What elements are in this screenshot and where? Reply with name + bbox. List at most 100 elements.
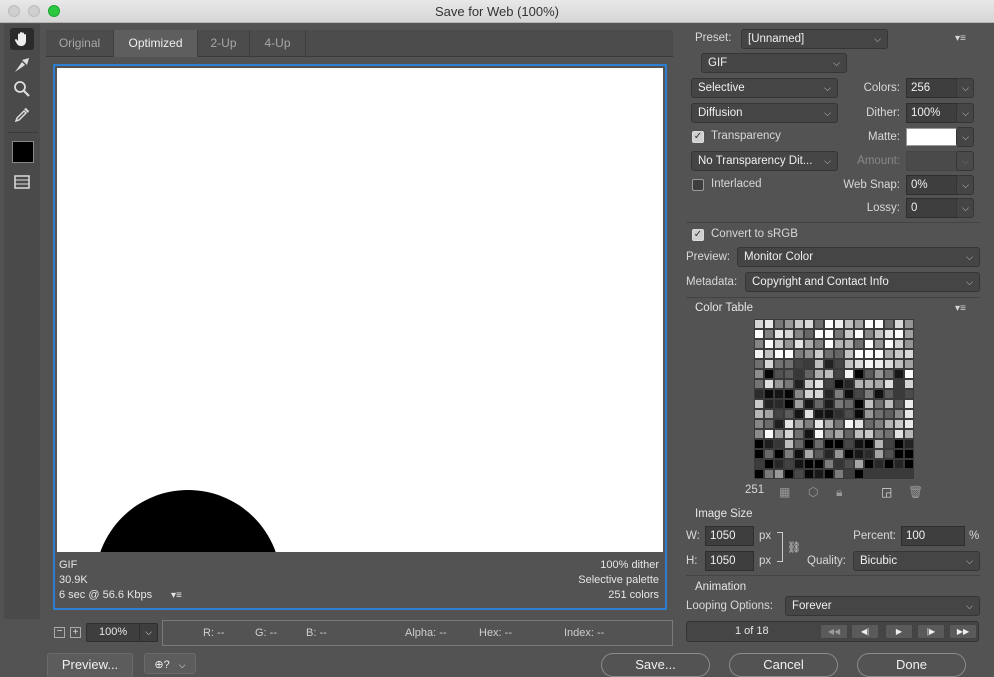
color-swatch[interactable] xyxy=(794,439,804,449)
color-swatch[interactable] xyxy=(844,439,854,449)
color-swatch[interactable] xyxy=(864,399,874,409)
color-swatch[interactable] xyxy=(894,339,904,349)
color-swatch[interactable] xyxy=(774,469,784,479)
color-swatch[interactable] xyxy=(844,469,854,479)
preview-in-browser-button[interactable]: Preview... xyxy=(47,653,133,677)
color-swatch[interactable] xyxy=(804,419,814,429)
color-swatch[interactable] xyxy=(834,379,844,389)
color-swatch[interactable] xyxy=(874,409,884,419)
color-swatch[interactable] xyxy=(784,449,794,459)
color-swatch[interactable] xyxy=(774,339,784,349)
looping-options-select[interactable]: Forever ⌵ xyxy=(785,596,980,616)
color-swatch[interactable] xyxy=(774,399,784,409)
color-swatch[interactable] xyxy=(794,399,804,409)
color-swatch[interactable] xyxy=(854,419,864,429)
color-swatch[interactable] xyxy=(854,339,864,349)
matte-color-swatch[interactable] xyxy=(906,128,958,146)
color-swatch[interactable] xyxy=(894,469,904,479)
color-swatch[interactable] xyxy=(904,359,914,369)
color-swatch[interactable] xyxy=(764,379,774,389)
color-swatch[interactable] xyxy=(864,349,874,359)
color-swatch[interactable] xyxy=(754,409,764,419)
color-swatch[interactable] xyxy=(864,379,874,389)
optimized-preview-pane[interactable]: GIF 30.9K 6 sec @ 56.6 Kbps ▾≡ 100% dith… xyxy=(53,64,667,610)
color-swatch[interactable] xyxy=(764,369,774,379)
tab-optimized[interactable]: Optimized xyxy=(114,30,198,57)
file-format-select[interactable]: GIF ⌵ xyxy=(701,53,847,73)
colors-dropdown[interactable]: ⌵ xyxy=(956,78,974,98)
color-swatch[interactable] xyxy=(834,419,844,429)
color-swatch[interactable] xyxy=(784,319,794,329)
color-swatch[interactable] xyxy=(854,319,864,329)
color-swatch[interactable] xyxy=(864,329,874,339)
color-swatch[interactable] xyxy=(884,429,894,439)
download-rate-menu-icon[interactable]: ▾≡ xyxy=(171,588,182,603)
zoom-in-button[interactable]: + xyxy=(70,627,81,638)
color-swatch[interactable] xyxy=(864,369,874,379)
optimize-menu-icon[interactable]: ▾≡ xyxy=(955,33,966,44)
color-swatch[interactable] xyxy=(874,389,884,399)
color-swatch[interactable] xyxy=(834,469,844,479)
color-swatch[interactable] xyxy=(764,449,774,459)
color-swatch[interactable] xyxy=(874,359,884,369)
color-swatch[interactable] xyxy=(754,449,764,459)
color-swatch[interactable] xyxy=(824,419,834,429)
color-swatch[interactable] xyxy=(804,319,814,329)
color-swatch[interactable] xyxy=(804,329,814,339)
color-swatch[interactable] xyxy=(774,409,784,419)
color-swatch[interactable] xyxy=(764,359,774,369)
color-swatch[interactable] xyxy=(854,429,864,439)
color-swatch[interactable] xyxy=(784,369,794,379)
percent-field[interactable]: 100 xyxy=(901,526,965,546)
color-swatch[interactable] xyxy=(804,349,814,359)
color-swatch[interactable] xyxy=(754,329,764,339)
color-swatch[interactable] xyxy=(794,429,804,439)
color-swatch[interactable] xyxy=(844,339,854,349)
color-swatch[interactable] xyxy=(754,349,764,359)
color-swatch[interactable] xyxy=(774,329,784,339)
color-swatch[interactable] xyxy=(834,389,844,399)
color-swatch[interactable] xyxy=(824,399,834,409)
color-reduction-select[interactable]: Selective ⌵ xyxy=(691,78,838,98)
color-swatch[interactable] xyxy=(804,439,814,449)
color-swatch[interactable] xyxy=(774,449,784,459)
color-swatch[interactable] xyxy=(844,429,854,439)
color-swatch[interactable] xyxy=(874,469,884,479)
color-swatch[interactable] xyxy=(824,389,834,399)
color-swatch[interactable] xyxy=(804,389,814,399)
color-swatch[interactable] xyxy=(884,469,894,479)
preset-select[interactable]: [Unnamed] ⌵ xyxy=(741,29,888,49)
color-swatch[interactable] xyxy=(814,399,824,409)
color-swatch[interactable] xyxy=(784,459,794,469)
color-swatch[interactable] xyxy=(814,359,824,369)
color-swatch[interactable] xyxy=(894,329,904,339)
color-swatch[interactable] xyxy=(764,399,774,409)
color-swatch[interactable] xyxy=(864,359,874,369)
color-swatch[interactable] xyxy=(884,319,894,329)
last-frame-button[interactable]: ▶▶ xyxy=(949,624,977,639)
color-swatch[interactable] xyxy=(784,379,794,389)
color-swatch[interactable] xyxy=(844,359,854,369)
color-swatch[interactable] xyxy=(794,319,804,329)
color-swatch[interactable] xyxy=(794,469,804,479)
color-swatch[interactable] xyxy=(794,459,804,469)
color-swatch[interactable] xyxy=(814,379,824,389)
color-swatch[interactable] xyxy=(774,359,784,369)
color-swatch[interactable] xyxy=(834,399,844,409)
color-swatch[interactable] xyxy=(814,369,824,379)
color-swatch[interactable] xyxy=(834,319,844,329)
color-swatch[interactable] xyxy=(834,449,844,459)
height-field[interactable]: 1050 xyxy=(705,551,754,571)
color-swatch[interactable] xyxy=(884,339,894,349)
color-swatch[interactable] xyxy=(834,329,844,339)
color-swatch[interactable] xyxy=(894,419,904,429)
color-swatch[interactable] xyxy=(784,439,794,449)
color-swatch[interactable] xyxy=(844,409,854,419)
color-swatch[interactable] xyxy=(824,349,834,359)
color-swatch[interactable] xyxy=(874,369,884,379)
color-swatch[interactable] xyxy=(884,329,894,339)
color-swatch[interactable] xyxy=(764,419,774,429)
color-swatch[interactable] xyxy=(784,469,794,479)
color-swatch[interactable] xyxy=(774,459,784,469)
color-swatch[interactable] xyxy=(854,329,864,339)
